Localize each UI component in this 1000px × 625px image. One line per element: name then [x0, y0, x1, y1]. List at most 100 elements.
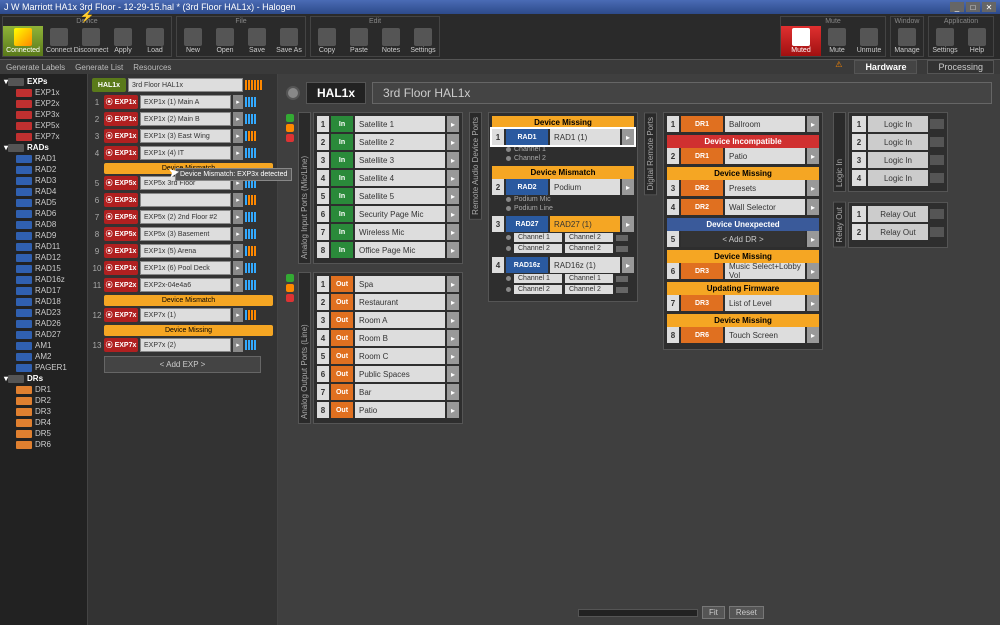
exp-row[interactable]: 6⦿ EXP3x▸ — [92, 193, 273, 207]
dr-field[interactable]: List of Level — [725, 295, 805, 311]
chevron-right-icon[interactable]: ▸ — [233, 338, 243, 352]
chevron-right-icon[interactable]: ▸ — [807, 148, 819, 164]
dr-field[interactable]: Music Select+Lobby Vol — [725, 263, 805, 279]
chevron-right-icon[interactable]: ▸ — [233, 95, 243, 109]
exp-row[interactable]: 7⦿ EXP5xEXP5x (2) 2nd Floor #2▸ — [92, 210, 273, 224]
port-row[interactable]: 4InSatellite 4▸ — [317, 170, 459, 186]
device-tree[interactable]: ▾ EXPsEXP1xEXP2xEXP3xEXP5xEXP7x▾ RADsRAD… — [0, 74, 88, 625]
tree-exps[interactable]: ▾ EXPs — [2, 76, 85, 87]
exp-row[interactable]: 3⦿ EXP1xEXP1x (3) East Wing▸ — [92, 129, 273, 143]
exp-row[interactable]: 8⦿ EXP5xEXP5x (3) Basement▸ — [92, 227, 273, 241]
connect-button[interactable]: Connect — [43, 26, 75, 56]
mute-button[interactable]: Mute — [821, 26, 853, 56]
chevron-right-icon[interactable]: ▸ — [233, 308, 243, 322]
close-button[interactable]: ✕ — [982, 2, 996, 12]
exp-field[interactable]: EXP7x (2) — [140, 338, 231, 352]
tree-item[interactable]: AM2 — [2, 351, 85, 362]
chevron-right-icon[interactable]: ▸ — [447, 152, 459, 168]
hal-field[interactable]: 3rd Floor HAL1x — [128, 78, 243, 92]
chevron-right-icon[interactable]: ▸ — [807, 263, 819, 279]
exp-field[interactable]: EXP5x (3) Basement — [140, 227, 231, 241]
tree-rads[interactable]: ▾ RADs — [2, 142, 85, 153]
dr-header[interactable]: 8DR6Touch Screen▸ — [667, 327, 819, 343]
logic-field[interactable]: Logic In — [868, 152, 928, 168]
exp-row[interactable]: 4⦿ EXP1xEXP1x (4) IT▸ — [92, 146, 273, 160]
rad-header[interactable]: 2RAD2Podium▸ — [492, 179, 634, 195]
disconnect-button[interactable]: Disconnect — [75, 26, 107, 56]
h-scrollbar[interactable] — [578, 609, 698, 617]
generate-labels-link[interactable]: Generate Labels — [6, 63, 65, 72]
chevron-right-icon[interactable]: ▸ — [447, 330, 459, 346]
dr-field[interactable]: Presets — [725, 180, 805, 196]
dr-field[interactable]: Touch Screen — [725, 327, 805, 343]
port-row[interactable]: 3InSatellite 3▸ — [317, 152, 459, 168]
chevron-right-icon[interactable]: ▸ — [807, 231, 819, 247]
tree-item[interactable]: RAD9 — [2, 230, 85, 241]
port-field[interactable]: Satellite 5 — [355, 188, 445, 204]
dr-header[interactable]: 6DR3Music Select+Lobby Vol▸ — [667, 263, 819, 279]
chevron-right-icon[interactable]: ▸ — [807, 180, 819, 196]
chevron-right-icon[interactable]: ▸ — [622, 257, 634, 273]
port-field[interactable]: Room B — [355, 330, 445, 346]
port-field[interactable]: Room A — [355, 312, 445, 328]
connected-button[interactable]: ⚡Connected — [3, 26, 43, 56]
dr-header[interactable]: 1DR1Ballroom▸ — [667, 116, 819, 132]
chevron-right-icon[interactable]: ▸ — [807, 116, 819, 132]
tree-drs[interactable]: ▾ DRs — [2, 373, 85, 384]
tree-item[interactable]: DR1 — [2, 384, 85, 395]
chevron-right-icon[interactable]: ▸ — [233, 210, 243, 224]
exp-field[interactable]: EXP7x (1) — [140, 308, 231, 322]
chevron-right-icon[interactable]: ▸ — [447, 276, 459, 292]
rad-header[interactable]: 4RAD16zRAD16z (1)▸ — [492, 257, 634, 273]
muted-button[interactable]: Muted — [781, 26, 821, 56]
exp-field[interactable] — [140, 193, 231, 207]
saveas-button[interactable]: Save As — [273, 26, 305, 56]
tree-item[interactable]: RAD11 — [2, 241, 85, 252]
app-settings-button[interactable]: Settings — [929, 26, 961, 56]
tree-item[interactable]: RAD18 — [2, 296, 85, 307]
tree-item[interactable]: DR3 — [2, 406, 85, 417]
port-field[interactable]: Room C — [355, 348, 445, 364]
chevron-right-icon[interactable]: ▸ — [233, 244, 243, 258]
chevron-right-icon[interactable]: ▸ — [447, 224, 459, 240]
tree-item[interactable]: EXP7x — [2, 131, 85, 142]
port-row[interactable]: 1InSatellite 1▸ — [317, 116, 459, 132]
tree-item[interactable]: RAD6 — [2, 208, 85, 219]
tree-item[interactable]: EXP1x — [2, 87, 85, 98]
exp-row[interactable]: 13⦿ EXP7xEXP7x (2)▸ — [92, 338, 273, 352]
port-field[interactable]: Office Page Mic — [355, 242, 445, 258]
chevron-right-icon[interactable]: ▸ — [807, 295, 819, 311]
chevron-right-icon[interactable]: ▸ — [233, 193, 243, 207]
maximize-button[interactable]: □ — [966, 2, 980, 12]
tree-item[interactable]: PAGER1 — [2, 362, 85, 373]
exp-row[interactable]: 11⦿ EXP2xEXP2x-04e4a6▸ — [92, 278, 273, 292]
manage-button[interactable]: Manage — [891, 26, 923, 56]
load-button[interactable]: Load — [139, 26, 171, 56]
chevron-right-icon[interactable]: ▸ — [447, 402, 459, 418]
tree-item[interactable]: DR4 — [2, 417, 85, 428]
logic-row[interactable]: 3Logic In — [852, 152, 944, 168]
port-row[interactable]: 2OutRestaurant▸ — [317, 294, 459, 310]
logic-field[interactable]: Logic In — [868, 170, 928, 186]
exp-field[interactable]: EXP2x-04e4a6 — [140, 278, 231, 292]
tree-item[interactable]: RAD16z — [2, 274, 85, 285]
tree-item[interactable]: RAD27 — [2, 329, 85, 340]
port-row[interactable]: 5OutRoom C▸ — [317, 348, 459, 364]
chevron-right-icon[interactable]: ▸ — [233, 278, 243, 292]
exp-field[interactable]: EXP5x (2) 2nd Floor #2 — [140, 210, 231, 224]
port-row[interactable]: 6InSecurity Page Mic▸ — [317, 206, 459, 222]
chevron-right-icon[interactable]: ▸ — [622, 129, 634, 145]
tab-processing[interactable]: Processing — [927, 60, 994, 74]
exp-field[interactable]: EXP1x (2) Main B — [140, 112, 231, 126]
port-field[interactable]: Satellite 1 — [355, 116, 445, 132]
chevron-right-icon[interactable]: ▸ — [447, 188, 459, 204]
rad-header[interactable]: 3RAD27RAD27 (1)▸ — [492, 216, 634, 232]
hardware-canvas[interactable]: HAL1x 3rd Floor HAL1x Analog Input Ports… — [278, 74, 1000, 625]
logic-field[interactable]: Logic In — [868, 116, 928, 132]
exp-field[interactable]: EXP1x (4) IT — [140, 146, 231, 160]
chevron-right-icon[interactable]: ▸ — [447, 170, 459, 186]
new-button[interactable]: New — [177, 26, 209, 56]
exp-row[interactable]: 2⦿ EXP1xEXP1x (2) Main B▸ — [92, 112, 273, 126]
dr-field[interactable]: Ballroom — [725, 116, 805, 132]
port-field[interactable]: Security Page Mic — [355, 206, 445, 222]
